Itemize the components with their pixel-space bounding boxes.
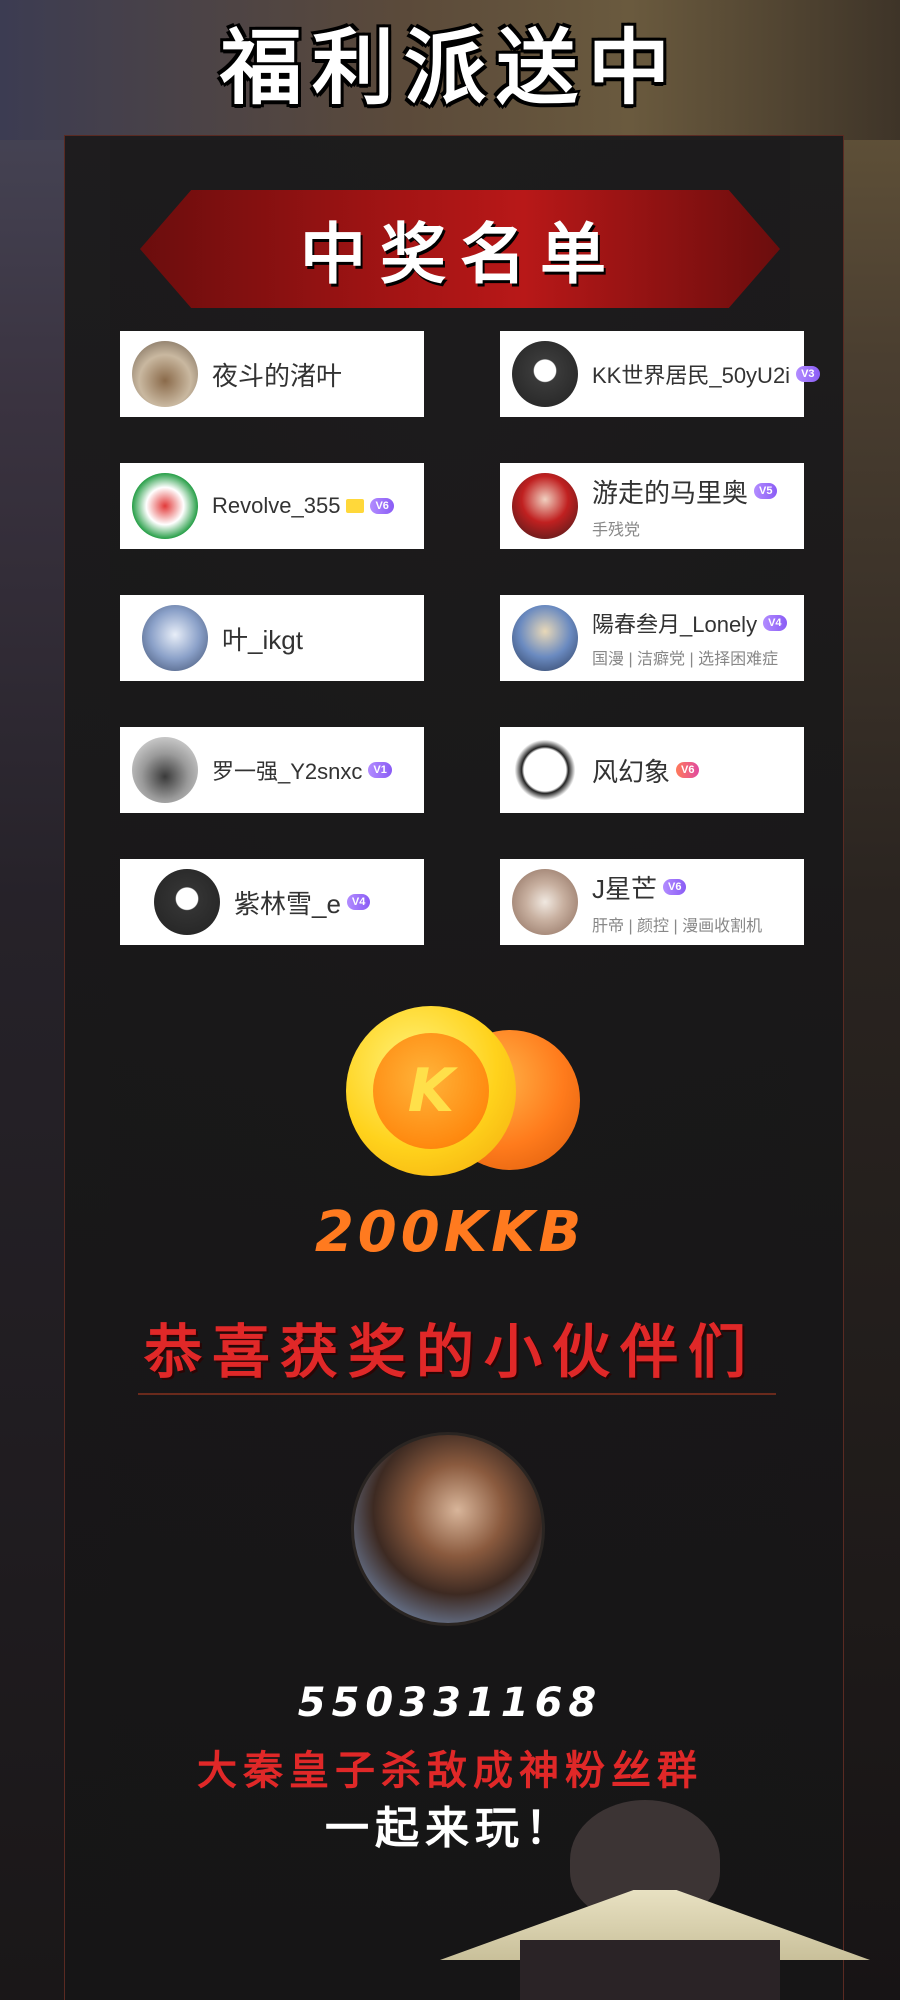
winner-name: 罗一强_Y2snxc (212, 759, 363, 784)
winner-name: 紫林雪_e (234, 888, 341, 919)
divider (138, 1393, 776, 1395)
character-illustration-body (520, 1940, 780, 2000)
vip-badge: V6 (663, 879, 687, 895)
winner-name: 游走的马里奥 (592, 477, 749, 508)
winner-card[interactable]: 陽春叁月_Lonely V4 国漫 | 洁癖党 | 选择困难症 (500, 595, 804, 681)
avatar (512, 737, 578, 803)
group-number[interactable]: 550331168 (0, 1680, 900, 1726)
avatar (154, 869, 220, 935)
vip-badge: V5 (754, 483, 778, 499)
winner-name: KK世界居民_50yU2i (592, 363, 791, 388)
prize-amount: 200KKB (314, 1200, 586, 1265)
winner-card[interactable]: 风幻象 V6 (500, 727, 804, 813)
avatar (512, 869, 578, 935)
winner-card[interactable]: 紫林雪_e V4 (120, 859, 424, 945)
avatar (512, 605, 578, 671)
yellow-badge-icon (346, 499, 365, 513)
winner-card[interactable]: 夜斗的渚叶 (120, 331, 424, 417)
winner-tags: 手残党 (592, 521, 641, 539)
winners-banner: 中奖名单 (140, 190, 780, 308)
winner-name: 风幻象 (592, 756, 671, 787)
winner-card[interactable]: 罗一强_Y2snxc V1 (120, 727, 424, 813)
winner-tags: 肝帝 | 颜控 | 漫画收割机 (592, 917, 763, 935)
avatar (512, 473, 578, 539)
coin-letter: K (373, 1033, 489, 1149)
group-name: 大秦皇子杀敌成神粉丝群 (197, 1747, 703, 1794)
vip-badge: V6 (370, 498, 394, 514)
group-cta: 一起来玩！ (325, 1803, 575, 1854)
avatar (132, 737, 198, 803)
winner-card[interactable]: 游走的马里奥 V5 手残党 (500, 463, 804, 549)
avatar (132, 473, 198, 539)
vip-badge: V6 (676, 762, 700, 778)
winner-name: J星芒 (592, 873, 658, 904)
coin-front: K (346, 1006, 516, 1176)
group-avatar (351, 1432, 545, 1626)
avatar (142, 605, 208, 671)
vip-badge: V4 (763, 615, 787, 631)
avatar (512, 341, 578, 407)
avatar (132, 341, 198, 407)
winner-name: 陽春叁月_Lonely (592, 612, 758, 637)
page-title: 福利派送中 (219, 19, 680, 116)
vip-badge: V4 (346, 894, 371, 910)
congrats-heading: 恭喜获奖的小伙伴们 (143, 1318, 756, 1386)
vip-badge: V1 (368, 762, 392, 778)
winner-name: Revolve_355 (212, 493, 341, 518)
winner-tags: 国漫 | 洁癖党 | 选择困难症 (592, 651, 779, 668)
winner-card[interactable]: KK世界居民_50yU2i V3 (500, 331, 820, 417)
winner-name: 夜斗的渚叶 (212, 360, 343, 391)
winner-card[interactable]: 叶_ikgt (120, 595, 424, 681)
vip-badge: V3 (796, 366, 820, 382)
winner-name: 叶_ikgt (222, 624, 303, 655)
coin-icon: K (340, 1000, 580, 1180)
winner-card[interactable]: Revolve_355 V6 (120, 463, 424, 549)
winners-banner-title: 中奖名单 (300, 215, 620, 293)
winner-card[interactable]: J星芒 V6 肝帝 | 颜控 | 漫画收割机 (500, 859, 804, 945)
